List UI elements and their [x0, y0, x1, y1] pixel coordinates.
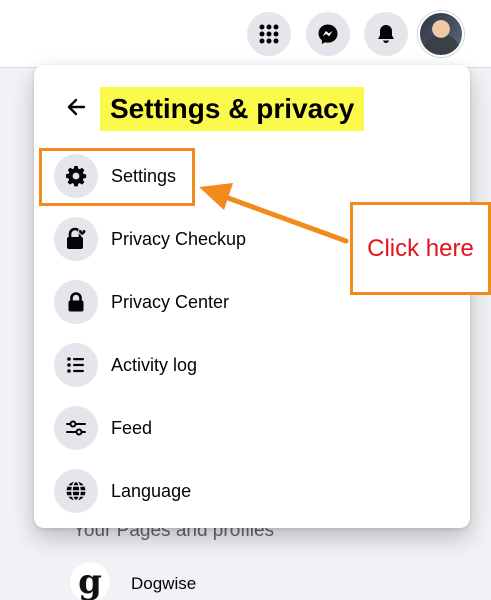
callout-text: Click here	[367, 234, 474, 262]
pointer-arrow	[199, 183, 349, 244]
callout-box: Click here	[350, 202, 491, 295]
